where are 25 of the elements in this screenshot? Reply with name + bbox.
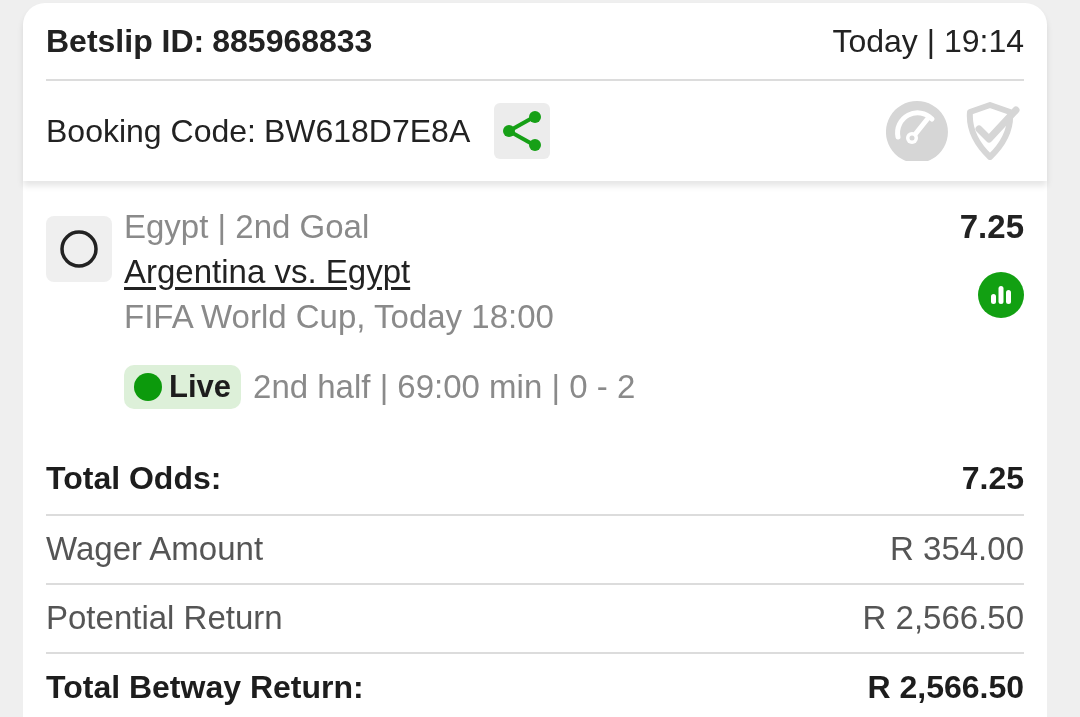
summary-value: R 2,566.50 (862, 598, 1024, 639)
live-badge: Live (124, 364, 242, 409)
summary-label: Wager Amount (46, 529, 264, 570)
total-label: Total Odds: (46, 458, 222, 498)
odds-value: 7.25 (959, 207, 1024, 247)
booking-code-label: Booking Code: (46, 112, 256, 151)
betslip-id-label: Betslip ID: (46, 22, 205, 61)
total-label: Total Betway Return: (46, 668, 364, 707)
bet-datetime: Today | 19:14 (832, 22, 1024, 61)
betslip-id: 885968833 (212, 22, 373, 61)
summary-value: R 354.00 (890, 529, 1024, 570)
share-icon (501, 109, 544, 153)
market-text: Egypt | 2nd Goal (124, 207, 370, 247)
summary-label: Potential Return (46, 598, 283, 639)
event-text: FIFA World Cup, Today 18:00 (124, 297, 554, 337)
match-status-text: 2nd half | 69:00 min | 0 - 2 (253, 367, 636, 407)
total-value: R 2,566.50 (867, 668, 1024, 707)
live-dot-icon (134, 372, 162, 401)
stats-icon[interactable] (978, 272, 1024, 318)
match-link[interactable]: Argentina vs. Egypt (124, 249, 411, 294)
empty-circle-icon (60, 230, 98, 268)
share-button[interactable] (494, 103, 551, 159)
booking-code: BW618D7E8A (263, 112, 471, 151)
shield-check-icon[interactable] (964, 102, 1020, 160)
total-value: 7.25 (961, 458, 1024, 498)
